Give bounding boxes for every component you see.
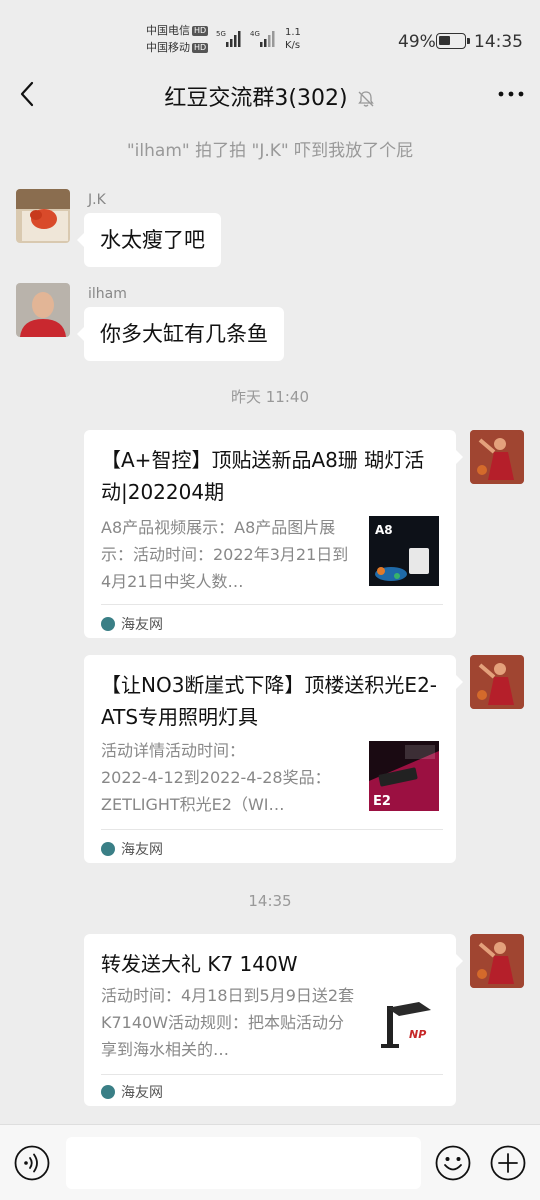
voice-input-icon[interactable] [14,1145,50,1181]
timestamp: 14:35 [248,892,292,910]
chat-header: 红豆交流群3(302) [0,64,540,124]
signal-4g-icon: 4G [250,30,275,47]
source-logo-icon [101,617,115,631]
chat-input-bar [0,1124,540,1200]
system-message: "ilham" 拍了拍 "J.K" 吓到我放了个屁 [126,141,414,161]
card-thumbnail: NP [369,988,439,1058]
sender-name: ilham [88,286,127,302]
card-description: 活动时间：4月18日到5月9日送2套K7140W活动规则：把本贴活动分享到海水相… [101,986,355,1059]
card-divider [101,1074,443,1075]
add-more-icon[interactable] [490,1145,526,1181]
link-card[interactable]: 转发送大礼 K7 140W 活动时间：4月18日到5月9日送2套K7140W活动… [84,934,463,1106]
more-options-icon[interactable] [496,79,526,109]
sender-name: J.K [88,192,106,208]
chat-title-text: 红豆交流群3(302) [164,86,348,111]
emoji-icon[interactable] [435,1145,471,1181]
avatar-self[interactable] [470,934,524,988]
avatar-jk[interactable] [16,189,70,243]
avatar-ilham[interactable] [16,283,70,337]
link-card[interactable]: 【让NO3断崖式下降】顶楼送积光E2-ATS专用照明灯具 活动详情活动时间： 2… [84,655,463,863]
card-thumbnail: A8 [369,516,439,586]
status-bar: 中国电信 HD 中国移动 HD 5G 4G 1.1 K/s 49% 14:35 [0,0,540,64]
card-source: 海友网 [101,1082,163,1102]
message-bubble[interactable]: 你多大缸有几条鱼 [77,307,284,361]
battery-percent: 49% [398,32,436,52]
card-title: 【A+智控】顶贴送新品A8珊 瑚灯活动|202204期 [101,448,425,504]
svg-text:NP: NP [409,1028,426,1041]
message-input[interactable] [66,1137,421,1189]
mute-bell-icon [357,91,374,107]
svg-text:4G: 4G [250,30,260,38]
source-logo-icon [101,842,115,856]
avatar-self[interactable] [470,655,524,709]
card-description: A8产品视频展示：A8产品图片展示：活动时间：2022年3月21日到4月21日中… [101,518,349,591]
status-time: 14:35 [474,32,523,52]
avatar-self[interactable] [470,430,524,484]
network-speed: 1.1 K/s [285,27,301,51]
source-logo-icon [101,1085,115,1099]
card-title: 转发送大礼 K7 140W [101,952,298,976]
battery-icon [436,33,470,49]
carrier-1: 中国电信 HD [146,24,209,37]
chat-title: 红豆交流群3(302) [0,80,540,112]
message-bubble[interactable]: 水太瘦了吧 [77,213,221,267]
carrier-2: 中国移动 HD [146,41,209,54]
signal-5g-icon: 5G [216,30,241,47]
svg-text:A8: A8 [375,523,393,537]
card-description: 活动详情活动时间： 2022-4-12到2022-4-28奖品：ZETLIGHT… [101,741,331,814]
card-divider [101,829,443,830]
svg-text:E2: E2 [373,794,391,809]
timestamp: 昨天 11:40 [231,388,309,406]
link-card[interactable]: 【A+智控】顶贴送新品A8珊 瑚灯活动|202204期 A8产品视频展示：A8产… [84,430,463,638]
card-thumbnail: E2 [369,741,439,811]
card-title: 【让NO3断崖式下降】顶楼送积光E2-ATS专用照明灯具 [101,673,438,729]
card-divider [101,604,443,605]
card-source: 海友网 [101,839,163,859]
svg-text:5G: 5G [216,30,226,38]
card-source: 海友网 [101,614,163,634]
